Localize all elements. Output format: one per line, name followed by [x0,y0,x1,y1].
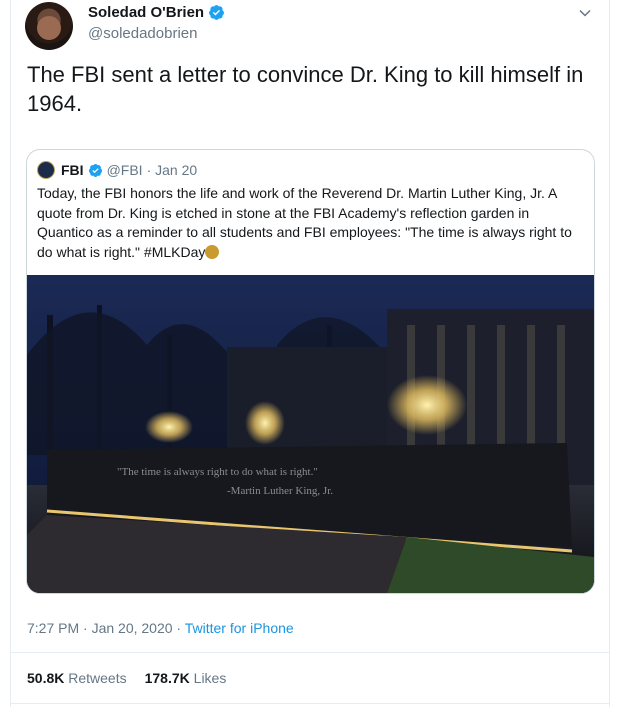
retweets-label: Retweets [68,670,127,686]
quoted-author-name: FBI [61,162,84,178]
avatar[interactable] [25,2,73,50]
divider [10,652,610,653]
tweet-text: The FBI sent a letter to convince Dr. Ki… [27,62,584,116]
quoted-avatar [37,161,55,179]
tweet-timestamp[interactable]: 7:27 PM · Jan 20, 2020 · [27,620,185,636]
quoted-tweet-header: FBI @FBI · Jan 20 [37,161,197,179]
chevron-down-icon[interactable] [578,6,592,20]
quoted-text-body: Today, the FBI honors the life and work … [37,185,572,260]
author-name-row[interactable]: Soledad O'Brien [88,4,225,21]
retweets-count: 50.8K [27,670,65,686]
quoted-photo[interactable]: "The time is always right to do what is … [27,275,594,593]
tweet-meta: 7:27 PM · Jan 20, 2020 · Twitter for iPh… [27,620,294,636]
likes-label: Likes [193,670,227,686]
quoted-tweet[interactable]: FBI @FBI · Jan 20 Today, the FBI honors … [26,149,595,594]
author-name[interactable]: Soledad O'Brien [88,4,204,21]
engagement-stats: 50.8K Retweets 178.7K Likes [27,670,226,686]
author-handle[interactable]: @soledadobrien [88,25,197,42]
verified-badge-icon [88,163,102,177]
sparkles-emoji-icon [205,244,220,259]
photo-quote-text: "The time is always right to do what is … [117,466,318,478]
tweet-source[interactable]: Twitter for iPhone [185,620,294,636]
likes-count: 178.7K [144,670,190,686]
retweets-stat[interactable]: 50.8K Retweets [27,670,127,686]
quoted-tweet-text: Today, the FBI honors the life and work … [37,184,585,262]
divider [10,703,610,704]
quoted-date: · Jan 20 [146,162,198,178]
photo-attribution-text: -Martin Luther King, Jr. [227,485,333,497]
quoted-author-handle: @FBI [106,162,143,178]
verified-badge-icon [209,5,225,20]
likes-stat[interactable]: 178.7K Likes [145,670,227,686]
